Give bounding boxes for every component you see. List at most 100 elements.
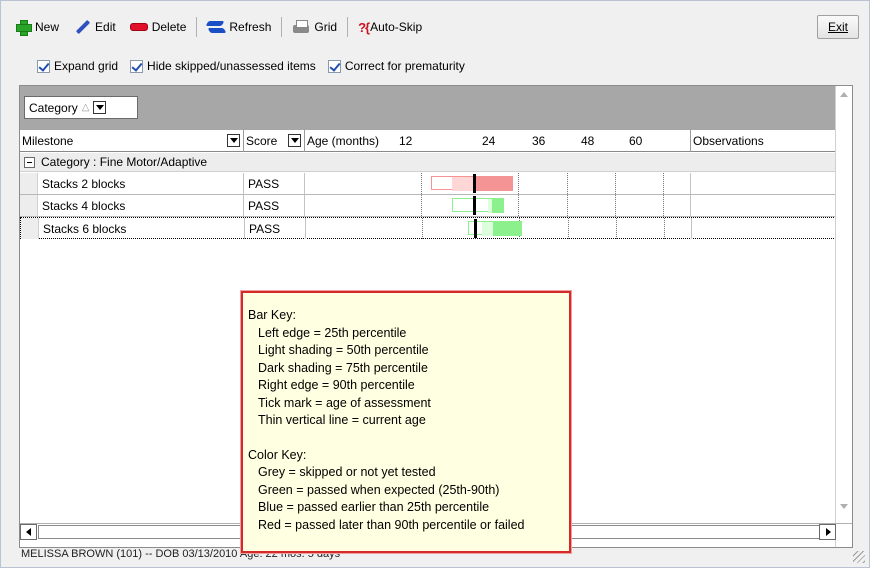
bar-key-tooltip: Bar Key: Left edge = 25th percentile Lig… <box>241 291 571 553</box>
minus-icon <box>129 23 148 31</box>
scroll-right-icon[interactable] <box>819 524 836 540</box>
expand-grid-checkbox[interactable]: Expand grid <box>37 59 118 73</box>
observations-cell[interactable] <box>691 195 841 216</box>
milestone-cell[interactable]: Stacks 6 blocks <box>39 218 245 239</box>
column-header-label: Milestone <box>22 134 74 148</box>
bar-key-line: Left edge = 25th percentile <box>258 325 407 340</box>
bar-light-shading <box>481 222 494 236</box>
milestones-window: New Edit Delete Refresh Grid ?{ Auto-Ski… <box>0 0 870 568</box>
tooltip-spacer <box>248 430 569 447</box>
age-gridline <box>421 195 422 216</box>
milestone-cell[interactable]: Stacks 2 blocks <box>38 173 244 194</box>
auto-skip-button[interactable]: ?{ Auto-Skip <box>354 16 426 38</box>
age-chart-cell <box>306 218 692 239</box>
age-tick-label: 24 <box>482 134 496 148</box>
row-indent <box>21 218 39 239</box>
color-key-title: Color Key: <box>248 447 307 462</box>
age-gridline <box>518 173 519 194</box>
bar-dark-shading <box>492 199 505 213</box>
bar-key-line: Right edge = 90th percentile <box>258 378 415 392</box>
vertical-scrollbar[interactable] <box>835 86 852 547</box>
age-chart-cell <box>305 173 691 194</box>
age-chart-cell <box>305 195 691 216</box>
age-gridline <box>616 218 617 239</box>
options-bar: Expand grid Hide skipped/unassessed item… <box>37 59 465 73</box>
auto-skip-icon: ?{ <box>358 19 370 35</box>
toolbar-separator <box>281 17 283 37</box>
bar-key-line: Thin vertical line = current age <box>258 413 426 427</box>
category-group-row[interactable]: Category : Fine Motor/Adaptive <box>20 153 852 172</box>
table-row[interactable]: Stacks 4 blocksPASS1 <box>20 195 852 217</box>
assessment-age-tick <box>472 196 476 215</box>
checkbox-checked-icon <box>37 59 50 73</box>
table-row[interactable]: Stacks 6 blocksPASS1 <box>20 217 852 239</box>
refresh-button[interactable]: Refresh <box>203 16 275 38</box>
delete-button[interactable]: Delete <box>126 16 191 38</box>
score-cell[interactable]: PASS <box>245 218 306 239</box>
edit-button[interactable]: Edit <box>69 16 120 38</box>
pencil-icon <box>73 19 91 35</box>
scroll-down-icon[interactable] <box>840 504 848 509</box>
refresh-icon <box>207 19 225 35</box>
age-gridline <box>615 195 616 216</box>
new-button[interactable]: New <box>11 16 63 38</box>
toolbar: New Edit Delete Refresh Grid ?{ Auto-Ski… <box>11 15 861 39</box>
scroll-up-icon[interactable] <box>840 92 848 97</box>
column-header-label: Age (months) <box>307 134 381 148</box>
color-key-line: Grey = skipped or not yet tested <box>258 465 436 479</box>
exit-label: Exit <box>827 20 848 34</box>
age-gridline <box>568 218 569 239</box>
chevron-down-icon[interactable] <box>227 134 240 147</box>
column-header-observations[interactable]: Observations <box>691 130 841 152</box>
column-header-label: Score <box>246 134 278 148</box>
hide-skipped-checkbox[interactable]: Hide skipped/unassessed items <box>130 59 316 73</box>
delete-label: Delete <box>151 20 187 34</box>
color-key-line: Green = passed when expected (25th-90th) <box>258 482 500 497</box>
age-gridline <box>567 195 568 216</box>
bar-dark-shading <box>493 222 522 236</box>
milestone-range-bar[interactable] <box>452 198 505 213</box>
age-tick-label: 12 <box>399 134 413 148</box>
toolbar-separator <box>196 17 198 37</box>
observations-cell[interactable] <box>692 218 842 239</box>
row-indent <box>20 195 38 216</box>
age-gridline <box>663 173 664 194</box>
correct-prematurity-checkbox[interactable]: Correct for prematurity <box>327 59 465 73</box>
new-label: New <box>35 20 60 34</box>
edit-label: Edit <box>95 20 116 34</box>
score-cell[interactable]: PASS <box>244 195 305 216</box>
resize-grip-icon[interactable] <box>853 551 865 563</box>
observations-cell[interactable] <box>691 173 841 194</box>
milestone-cell[interactable]: Stacks 4 blocks <box>38 195 244 216</box>
age-tick-label: 60 <box>629 134 643 148</box>
row-indent <box>20 173 38 194</box>
score-cell[interactable]: PASS <box>244 173 305 194</box>
correct-prematurity-label: Correct for prematurity <box>344 59 465 73</box>
table-row[interactable]: Stacks 2 blocksPASS1 <box>20 173 852 195</box>
age-tick-label: 48 <box>581 134 595 148</box>
exit-button[interactable]: Exit <box>817 15 859 39</box>
column-header-age[interactable]: Age (months) 12 24 36 48 60 <box>305 130 691 152</box>
checkbox-checked-icon <box>327 59 341 73</box>
group-chip-category[interactable]: Category △ <box>24 96 138 119</box>
column-header-label: Observations <box>693 134 764 148</box>
column-header-milestone[interactable]: Milestone <box>20 130 244 152</box>
column-header-score[interactable]: Score <box>244 130 305 152</box>
sort-ascending-icon: △ <box>81 102 90 113</box>
bar-dark-shading <box>473 177 513 191</box>
refresh-label: Refresh <box>229 20 272 34</box>
column-header-row: Milestone Score Age (months) 12 24 36 48 60 … <box>20 130 852 152</box>
age-gridline <box>567 173 568 194</box>
scroll-left-icon[interactable] <box>20 524 37 540</box>
age-gridline <box>615 173 616 194</box>
chevron-down-icon[interactable] <box>288 134 301 147</box>
chevron-down-icon[interactable] <box>93 101 107 114</box>
printer-icon <box>292 19 310 35</box>
expand-grid-label: Expand grid <box>54 59 119 73</box>
collapse-icon[interactable] <box>24 156 35 168</box>
grid-button[interactable]: Grid <box>288 16 341 38</box>
age-gridline <box>663 195 664 216</box>
color-key-line: Blue = passed earlier than 25th percenti… <box>258 500 490 514</box>
age-gridline <box>518 195 519 216</box>
checkbox-checked-icon <box>130 59 144 73</box>
